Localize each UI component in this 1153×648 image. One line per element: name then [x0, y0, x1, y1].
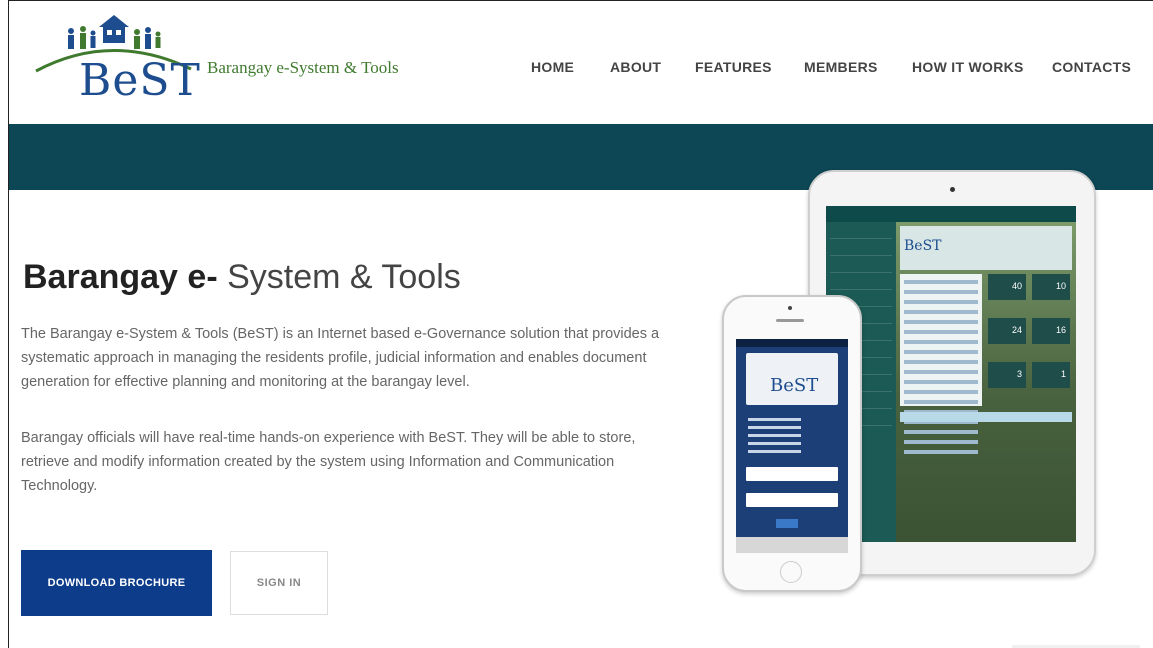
tablet-camera [950, 187, 955, 192]
phone-logo: BeST [770, 375, 819, 396]
nav-home[interactable]: HOME [531, 59, 574, 75]
tablet-screen: BeST 40 10 24 16 3 1 [826, 206, 1076, 542]
nav-members[interactable]: MEMBERS [804, 59, 878, 75]
hero-title-light: System & Tools [217, 258, 461, 296]
tablet-tile: 1 [1032, 362, 1070, 388]
tablet-app-main: BeST 40 10 24 16 3 1 [896, 222, 1076, 542]
nav-features[interactable]: FEATURES [695, 59, 772, 75]
hero-title-bold: Barangay e- [23, 258, 218, 296]
tablet-app-bar [900, 412, 1072, 422]
site-header: BeST Barangay e-System & Tools HOME ABOU… [9, 1, 1153, 124]
sign-in-button[interactable]: SIGN IN [230, 551, 328, 615]
tablet-tile: 10 [1032, 274, 1070, 300]
tablet-tile: 24 [988, 318, 1026, 344]
tablet-tile: 16 [1032, 318, 1070, 344]
tablet-app-list [900, 274, 982, 454]
nav-how-it-works[interactable]: HOW IT WORKS [912, 59, 1024, 75]
phone-camera [788, 306, 792, 310]
hero-description: The Barangay e-System & Tools (BeST) is … [21, 326, 660, 390]
phone-screen: BeST [736, 339, 848, 553]
tablet-tile: 40 [988, 274, 1026, 300]
phone-username-field [746, 467, 838, 481]
nav-contacts[interactable]: CONTACTS [1052, 59, 1131, 75]
phone-mockup: BeST [722, 295, 862, 592]
phone-status-bar [736, 339, 848, 347]
tablet-logo: BeST [904, 238, 942, 254]
brand-tagline: Barangay e-System & Tools [207, 58, 399, 77]
best-logo[interactable]: BeST [31, 11, 200, 106]
phone-app-menu [748, 413, 836, 458]
phone-home-button [780, 561, 802, 583]
phone-app-footer [736, 537, 848, 553]
phone-password-field [746, 493, 838, 507]
phone-login-button [776, 519, 798, 528]
tablet-app-topbar [826, 206, 1076, 222]
logo-wordmark: BeST [79, 55, 201, 106]
tablet-app-banner: BeST [900, 226, 1072, 270]
hero-title: Barangay e- System & Tools [23, 258, 461, 297]
download-brochure-button[interactable]: DOWNLOAD BROCHURE [21, 550, 212, 616]
nav-about[interactable]: ABOUT [610, 59, 661, 75]
hero-officials-text: Barangay officials will have real-time h… [21, 430, 636, 494]
tablet-tile: 3 [988, 362, 1026, 388]
phone-app-logo: BeST [746, 353, 838, 405]
phone-speaker [776, 319, 804, 322]
